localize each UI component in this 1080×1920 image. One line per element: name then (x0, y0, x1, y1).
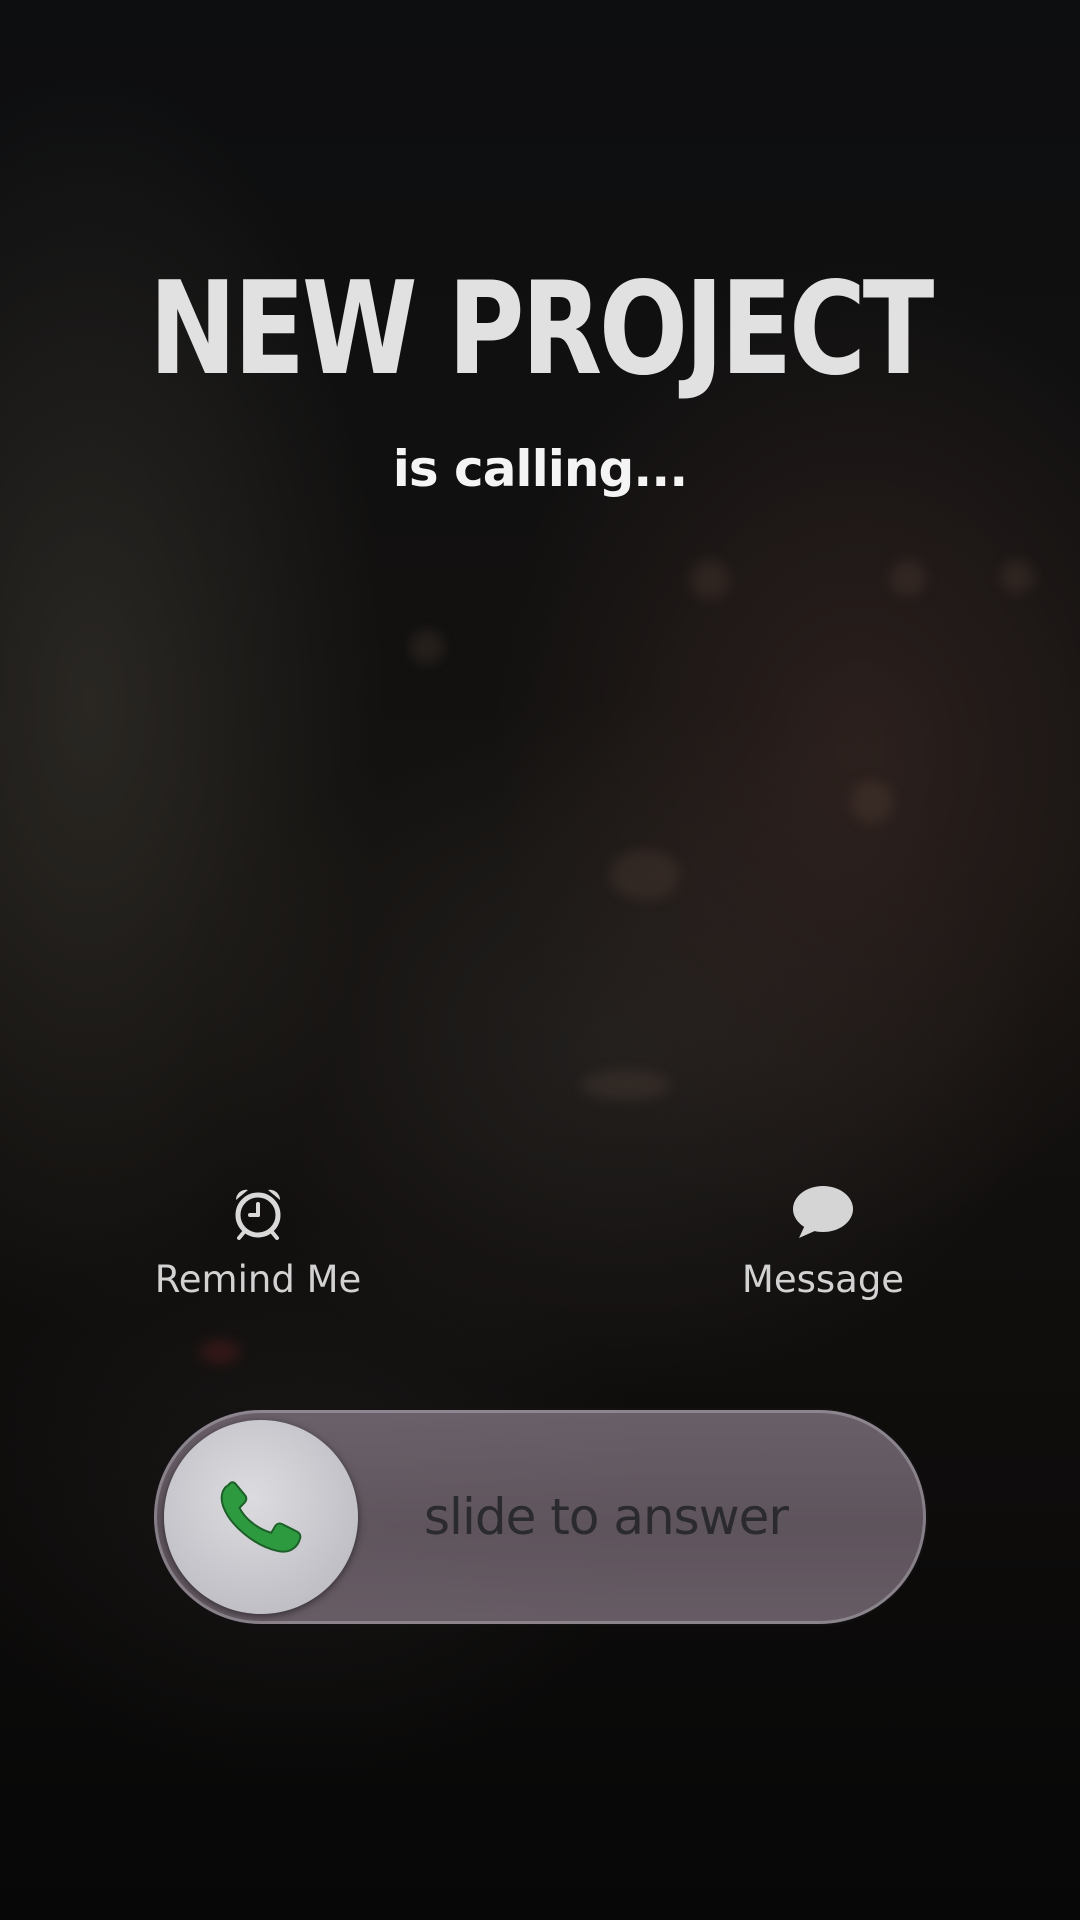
caller-name: NEW PROJECT (148, 255, 934, 404)
speech-bubble-icon (791, 1180, 855, 1244)
slide-to-answer-label: slide to answer (424, 1488, 789, 1546)
background-light (410, 630, 444, 664)
message-button[interactable]: Message (683, 1180, 963, 1301)
background-light (200, 1340, 240, 1364)
phone-icon (220, 1481, 302, 1553)
alarm-clock-icon (226, 1180, 290, 1244)
incoming-call-screen: NEW PROJECT is calling... Remind Me Mess… (0, 0, 1080, 1920)
background-light (690, 560, 730, 600)
remind-me-button[interactable]: Remind Me (118, 1180, 398, 1301)
remind-me-label: Remind Me (154, 1258, 362, 1301)
background-light (610, 850, 680, 900)
slide-to-answer-track[interactable]: slide to answer (154, 1410, 926, 1624)
message-label: Message (741, 1258, 905, 1301)
background-light (580, 1070, 670, 1100)
background-light (850, 780, 894, 824)
background-light (1000, 560, 1034, 594)
background-light (890, 560, 926, 596)
call-status: is calling... (392, 440, 688, 498)
answer-knob[interactable] (164, 1420, 358, 1614)
